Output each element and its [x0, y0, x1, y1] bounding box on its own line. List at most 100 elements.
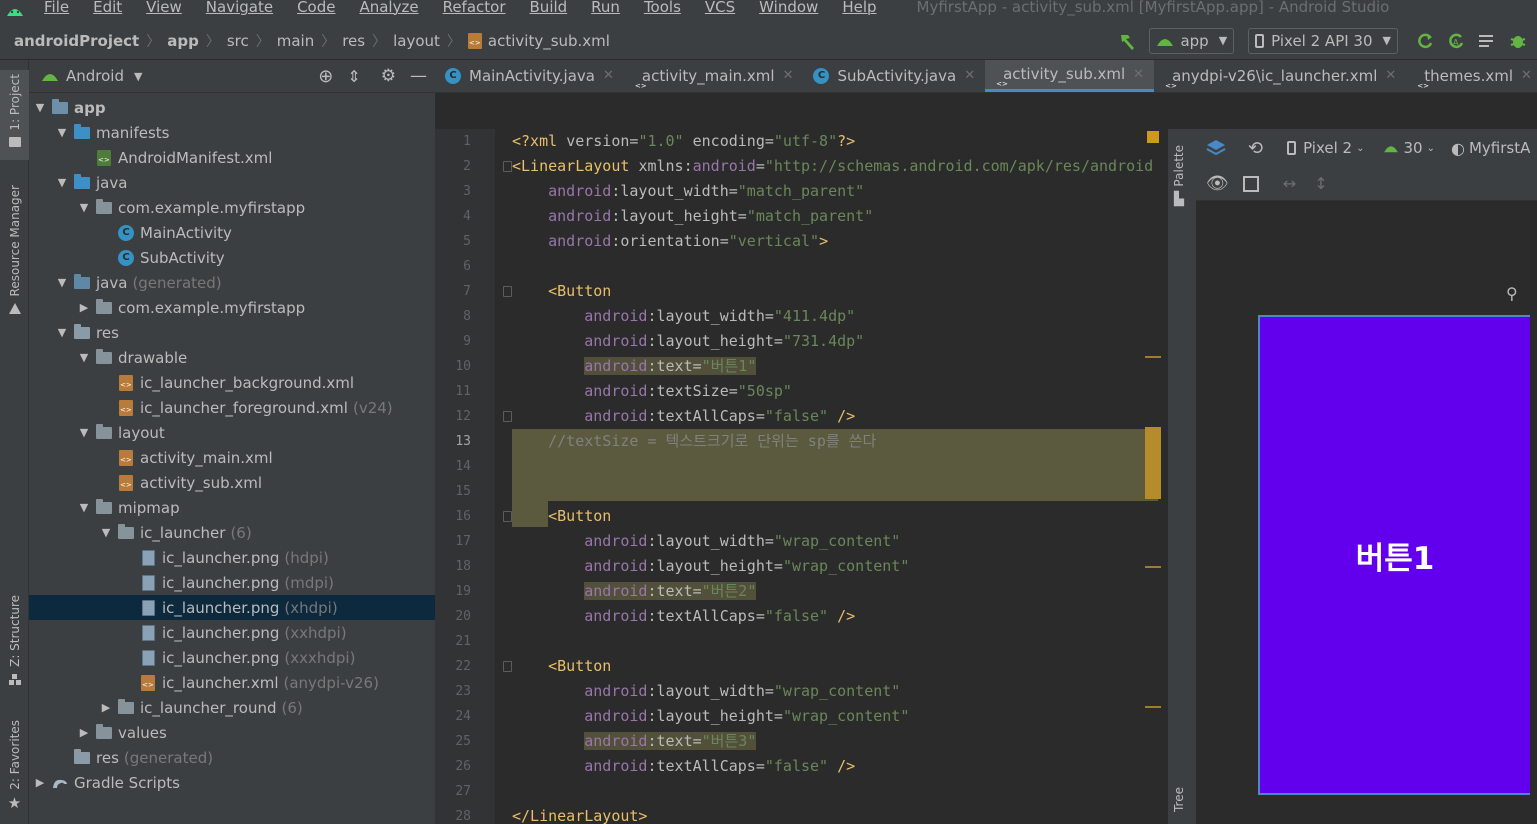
menu-item-analyze[interactable]: Analyze [345, 0, 428, 16]
tree-item[interactable]: ic_launcher.xml(anydpi-v26) [29, 670, 435, 695]
orientation-rotate-icon[interactable]: ⟲ [1248, 138, 1263, 159]
expand-arrow-down-icon[interactable]: ▼ [99, 526, 113, 539]
project-tool-tab[interactable]: 1: Project [0, 70, 29, 160]
tree-item[interactable]: ▶ ic_launcher_round (6) [29, 695, 435, 720]
code-line[interactable]: android:layout_height="match_parent" [512, 204, 873, 229]
tree-item[interactable]: ic_launcher.png (xxhdpi) [29, 620, 435, 645]
favorites-tab[interactable]: 2: Favorites ★ [0, 720, 29, 815]
component-tree-tab[interactable]: Tree [1172, 787, 1186, 815]
menu-item-view[interactable]: View [132, 0, 192, 16]
expand-arrow-down-icon[interactable]: ▼ [77, 201, 91, 214]
layers-icon[interactable] [1206, 139, 1226, 157]
tree-item[interactable]: ▼ java [29, 170, 435, 195]
close-tab-icon[interactable]: ✕ [1521, 68, 1532, 83]
code-line[interactable]: android:layout_width="wrap_content" [512, 529, 900, 554]
magnet-pin-icon[interactable]: ⚲ [1506, 284, 1518, 303]
code-line[interactable]: android:layout_height="wrap_content" [512, 554, 909, 579]
editor-tab[interactable]: C MainActivity.java ✕ [435, 60, 624, 92]
tree-item[interactable]: ▼ ic_launcher (6) [29, 520, 435, 545]
code-line[interactable]: <?xml version="1.0" encoding="utf-8"?> [512, 129, 855, 154]
tree-item[interactable]: ic_launcher.png (mdpi) [29, 570, 435, 595]
chevron-down-icon[interactable]: ⌄ [1356, 143, 1364, 154]
code-line[interactable]: android:text="버튼1" [512, 354, 757, 379]
breadcrumb-item[interactable]: activity_sub.xml [467, 32, 610, 50]
menu-item-window[interactable]: Window [745, 0, 828, 16]
device-preview[interactable]: 버튼1 [1258, 315, 1530, 795]
run-config-select[interactable]: app ▼ [1149, 27, 1235, 54]
tree-item[interactable]: ▼ com.example.myfirstapp [29, 195, 435, 220]
apply-changes-restart-icon[interactable] [1412, 28, 1438, 54]
expand-arrow-down-icon[interactable]: ▼ [55, 326, 69, 339]
code-editor[interactable]: <?xml version="1.0" encoding="utf-8"?> <L… [495, 129, 1155, 824]
theme-select[interactable]: MyfirstA [1469, 139, 1530, 157]
resource-manager-tab[interactable]: Resource Manager [0, 185, 29, 325]
fold-marker-icon[interactable] [503, 411, 512, 422]
breadcrumb-item[interactable]: res [342, 32, 365, 50]
breadcrumb-item[interactable]: layout [393, 32, 440, 50]
menu-item-tools[interactable]: Tools [630, 0, 691, 16]
editor-tab[interactable]: themes.xml ✕ [1406, 60, 1537, 92]
expand-arrow-down-icon[interactable]: ▼ [55, 176, 69, 189]
menu-item-help[interactable]: Help [828, 0, 886, 16]
tree-item[interactable]: res (generated) [29, 745, 435, 770]
tree-item[interactable]: ▼ drawable [29, 345, 435, 370]
tree-item[interactable]: ic_launcher_background.xml [29, 370, 435, 395]
tree-item[interactable]: ic_launcher_foreground.xml(v24) [29, 395, 435, 420]
code-line[interactable]: android:textAllCaps="false" /> [512, 754, 855, 779]
menu-item-code[interactable]: Code [283, 0, 345, 16]
tree-item[interactable]: ▼ layout [29, 420, 435, 445]
code-line[interactable]: android:text="버튼2" [512, 579, 757, 604]
breadcrumb-item[interactable]: app [167, 32, 199, 50]
eye-icon[interactable]: 👁 [1206, 173, 1229, 194]
code-line[interactable]: </LinearLayout> [512, 804, 647, 824]
tree-item[interactable]: C SubActivity [29, 245, 435, 270]
tree-item[interactable]: ▼ res [29, 320, 435, 345]
code-line[interactable]: android:textAllCaps="false" /> [512, 404, 855, 429]
menu-item-refactor[interactable]: Refactor [429, 0, 516, 16]
palette-tab[interactable]: Palette ▙ [1172, 145, 1186, 207]
hammer-build-icon[interactable] [1115, 28, 1141, 54]
device-select[interactable]: Pixel 2 API 30 ▼ [1248, 27, 1398, 54]
gear-icon[interactable]: ⚙ [381, 66, 396, 86]
horizontal-resize-icon[interactable]: ↔ [1283, 174, 1296, 193]
minimize-icon[interactable]: — [410, 66, 427, 86]
tree-item[interactable]: activity_sub.xml [29, 470, 435, 495]
breadcrumb-item[interactable]: androidProject [14, 32, 139, 50]
structure-tab[interactable]: Z: Structure [0, 595, 29, 690]
tree-item[interactable]: ▶ values [29, 720, 435, 745]
editor-tab[interactable]: anydpi-v26\ic_launcher.xml ✕ [1154, 60, 1406, 92]
menu-item-edit[interactable]: Edit [79, 0, 132, 16]
tree-item[interactable]: ▶ com.example.myfirstapp [29, 295, 435, 320]
close-tab-icon[interactable]: ✕ [964, 68, 975, 83]
tree-item[interactable]: activity_main.xml [29, 445, 435, 470]
editor-tab[interactable]: activity_main.xml ✕ [624, 60, 804, 92]
close-tab-icon[interactable]: ✕ [1385, 68, 1396, 83]
expand-arrow-right-icon[interactable]: ▶ [33, 776, 47, 789]
chevron-down-icon[interactable]: ⌄ [1427, 143, 1435, 154]
tree-item[interactable]: ic_launcher.png (hdpi) [29, 545, 435, 570]
tree-item[interactable]: ▼ manifests [29, 120, 435, 145]
code-line[interactable]: android:layout_width="match_parent" [512, 179, 864, 204]
code-line[interactable]: <LinearLayout xmlns:android="http://sche… [512, 154, 1155, 179]
code-line[interactable]: android:layout_width="411.4dp" [512, 304, 855, 329]
tree-item[interactable]: ▼ app [29, 95, 435, 120]
expand-arrow-down-icon[interactable]: ▼ [55, 126, 69, 139]
chevron-down-icon[interactable]: ▼ [134, 70, 142, 83]
close-tab-icon[interactable]: ✕ [603, 68, 614, 83]
expand-arrow-right-icon[interactable]: ▶ [77, 301, 91, 314]
view-mode-select[interactable]: Android [66, 67, 124, 85]
blueprint-icon[interactable] [1242, 175, 1259, 192]
menu-item-file[interactable]: File [30, 0, 79, 16]
warning-indicator-icon[interactable] [1147, 131, 1159, 143]
code-line[interactable]: android:layout_height="731.4dp" [512, 329, 864, 354]
expand-arrow-down-icon[interactable]: ▼ [33, 101, 47, 114]
tree-item[interactable]: ic_launcher.png (xhdpi) [29, 595, 435, 620]
menu-item-build[interactable]: Build [516, 0, 578, 16]
menu-item-run[interactable]: Run [577, 0, 630, 16]
code-line[interactable]: android:text="버튼3" [512, 729, 757, 754]
collapse-all-icon[interactable]: ⇕ [347, 67, 360, 86]
code-line[interactable]: android:orientation="vertical"> [512, 229, 828, 254]
expand-arrow-right-icon[interactable]: ▶ [99, 701, 113, 714]
code-line[interactable]: android:textSize="50sp" [512, 379, 792, 404]
code-line[interactable]: //textSize = 텍스트크기로 단위는 sp를 쓴다 [512, 429, 876, 454]
